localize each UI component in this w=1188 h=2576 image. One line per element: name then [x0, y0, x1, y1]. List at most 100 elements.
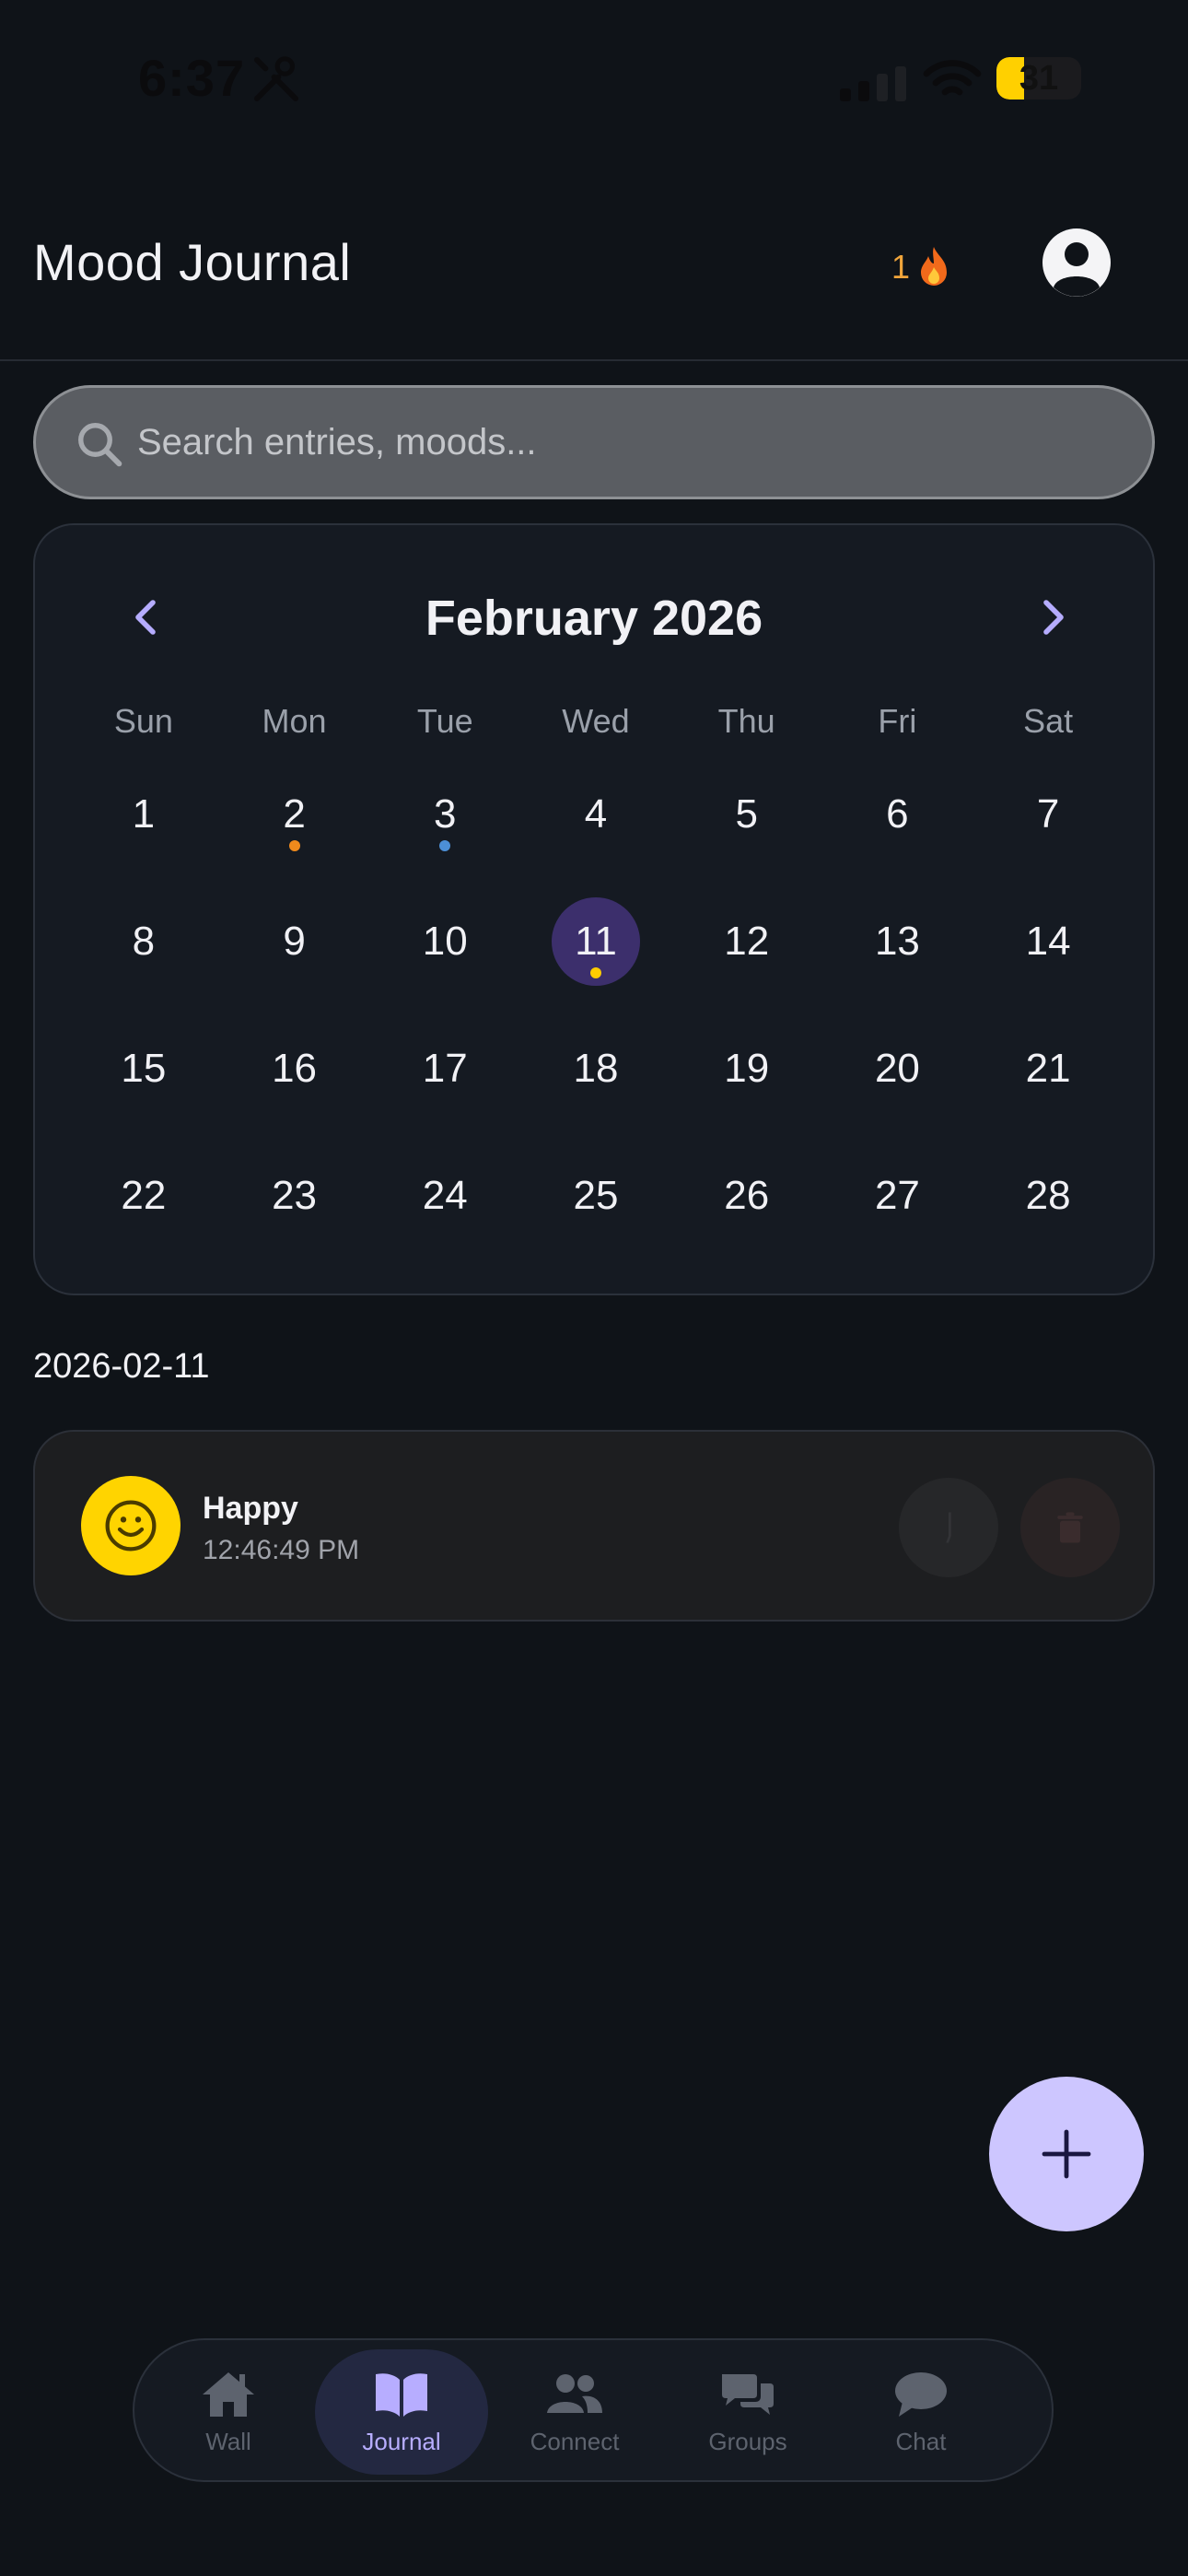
weekday-label: Sun [113, 702, 173, 740]
weekday-label: Fri [878, 702, 917, 740]
entry-mood-label: Happy [203, 1491, 298, 1526]
day-circle: 25 [552, 1152, 640, 1240]
weekday-label: Tue [416, 702, 473, 740]
nav-label: Journal [362, 2427, 441, 2455]
day-number: 14 [1025, 919, 1071, 964]
day-circle: 9 [250, 897, 339, 986]
day-number: 25 [573, 1173, 619, 1218]
day-circle: 16 [250, 1025, 339, 1113]
day-circle: 6 [853, 770, 941, 859]
days-grid: 1 2 3 4 5 6 7 8 9 10 11 12 13 14 15 16 17 18 19 20 21 22 23 24 2… [68, 791, 1124, 1301]
calendar-day-24[interactable]: 24 [369, 1173, 520, 1301]
day-number: 19 [724, 1046, 770, 1091]
day-circle: 26 [703, 1152, 791, 1240]
day-circle: 18 [552, 1025, 640, 1113]
day-circle: 3 [401, 770, 489, 859]
cellular-signal-icon [840, 66, 906, 101]
battery-indicator: 31 [996, 57, 1081, 100]
day-circle: 24 [401, 1152, 489, 1240]
nav-item-chat[interactable]: Chat [834, 2349, 1007, 2475]
day-number: 27 [874, 1173, 920, 1218]
calendar-day-26[interactable]: 26 [671, 1173, 822, 1301]
nav-item-groups[interactable]: Groups [661, 2349, 834, 2475]
day-number: 6 [886, 791, 909, 837]
flame-icon [921, 247, 948, 286]
day-circle: 10 [401, 897, 489, 986]
page-title: Mood Journal [33, 233, 352, 291]
day-number: 11 [575, 919, 617, 964]
app-header: Mood Journal 1 [0, 184, 1188, 361]
calendar-day-22[interactable]: 22 [68, 1173, 219, 1301]
day-number: 13 [874, 919, 920, 964]
nav-item-connect[interactable]: Connect [488, 2349, 661, 2475]
search-input[interactable] [137, 388, 1132, 497]
nav-item-journal[interactable]: Journal [315, 2349, 488, 2475]
calendar: February 2026 Sun Mon Tue Wed Thu Fri Sa… [33, 523, 1155, 1295]
day-circle: 5 [703, 770, 791, 859]
day-circle: 8 [99, 897, 188, 986]
user-circle-icon [1054, 242, 1100, 297]
day-number: 28 [1025, 1173, 1071, 1218]
plus-icon [1042, 2129, 1091, 2179]
delete-entry-button[interactable] [1020, 1478, 1120, 1577]
mood-dot [439, 840, 451, 851]
edit-entry-button[interactable] [899, 1478, 998, 1577]
profile-button[interactable] [1042, 228, 1111, 297]
day-number: 12 [724, 919, 770, 964]
mood-journal-screen: 6:37 31 Mood Journal 1 Search entries, m… [0, 0, 1188, 2576]
day-circle: 14 [1004, 897, 1092, 986]
day-number: 16 [272, 1046, 318, 1091]
day-number: 23 [272, 1173, 318, 1218]
calendar-day-27[interactable]: 27 [822, 1173, 973, 1301]
entry-time: 12:46:49 PM [203, 1535, 360, 1565]
search-bar[interactable] [33, 385, 1155, 499]
day-circle: 20 [853, 1025, 941, 1113]
nav-item-wall[interactable]: Wall [142, 2349, 315, 2475]
weekday-header: Sun Mon Tue Wed Thu Fri Sat [68, 702, 1124, 741]
wifi-icon [923, 60, 982, 96]
mood-dot [288, 840, 300, 851]
day-circle: 23 [250, 1152, 339, 1240]
search-icon [78, 423, 122, 467]
day-circle: 19 [703, 1025, 791, 1113]
day-circle: 1 [99, 770, 188, 859]
pencil-icon [946, 1512, 951, 1543]
calendar-day-25[interactable]: 25 [520, 1173, 671, 1301]
day-circle: 4 [552, 770, 640, 859]
users-icon [547, 2373, 602, 2413]
bottom-navigation: Wall Journal Connect Groups Chat [133, 2338, 1054, 2482]
day-number: 22 [121, 1173, 167, 1218]
nav-label: Connect [530, 2427, 620, 2455]
chat-bubbles-icon [722, 2373, 774, 2415]
trash-icon [1057, 1512, 1083, 1543]
day-number: 18 [573, 1046, 619, 1091]
day-number: 20 [874, 1046, 920, 1091]
day-number: 2 [283, 791, 306, 837]
chat-bubble-icon [895, 2371, 947, 2417]
mood-entry-card[interactable]: Happy 12:46:49 PM [33, 1430, 1155, 1622]
day-circle: 21 [1004, 1025, 1092, 1113]
day-circle: 17 [401, 1025, 489, 1113]
day-number: 15 [121, 1046, 167, 1091]
month-title: February 2026 [425, 591, 763, 646]
nav-label: Chat [895, 2427, 947, 2455]
streak-badge[interactable]: 1 [891, 240, 952, 295]
day-number: 8 [132, 919, 156, 964]
add-entry-button[interactable] [989, 2077, 1144, 2231]
book-open-icon [376, 2372, 427, 2417]
entry-date-heading: 2026-02-11 [33, 1347, 210, 1386]
status-bar: 6:37 31 [0, 0, 1188, 157]
day-circle: 13 [853, 897, 941, 986]
chevron-right-icon [1043, 600, 1064, 635]
day-number: 1 [132, 791, 156, 837]
day-number: 10 [422, 919, 468, 964]
next-month-button[interactable] [1024, 590, 1079, 645]
day-circle: 28 [1004, 1152, 1092, 1240]
day-number: 26 [724, 1173, 770, 1218]
calendar-day-23[interactable]: 23 [219, 1173, 370, 1301]
day-number: 3 [434, 791, 457, 837]
tools-icon [253, 56, 299, 102]
calendar-day-28[interactable]: 28 [973, 1173, 1124, 1301]
streak-count: 1 [891, 248, 911, 286]
day-number: 21 [1025, 1046, 1071, 1091]
